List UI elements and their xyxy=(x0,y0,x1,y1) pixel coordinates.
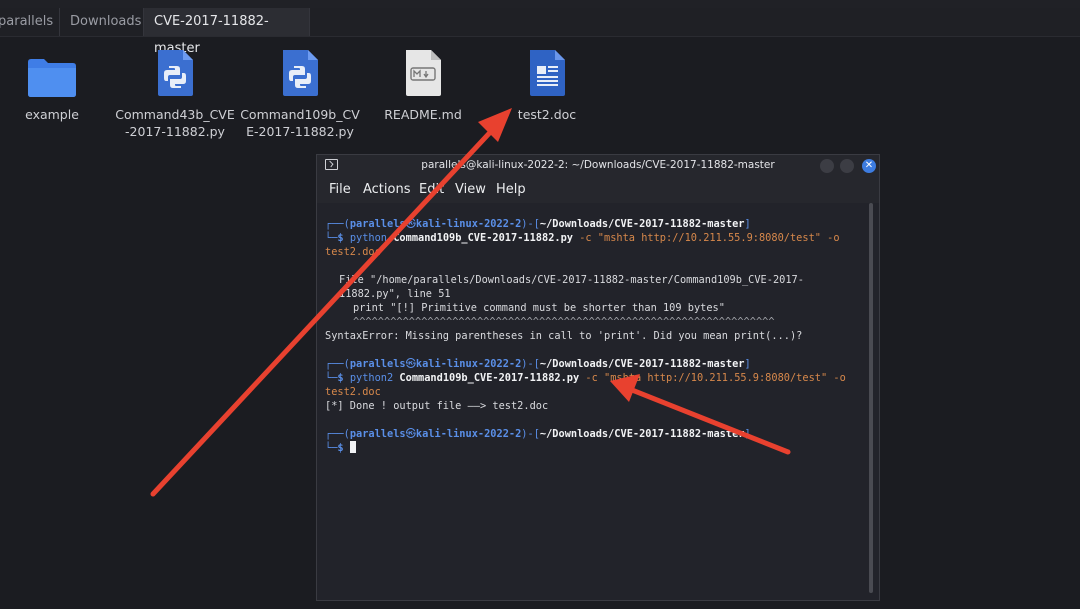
command-line-3: └─$ xyxy=(325,441,865,455)
file-name: example xyxy=(25,107,79,122)
file-test2-doc[interactable]: test2.doc xyxy=(487,48,607,123)
python-file-icon xyxy=(240,48,360,102)
file-name: test2.doc xyxy=(517,107,577,122)
file-name: README.md xyxy=(384,107,462,122)
file-command109b[interactable]: Command109b_CVE-2017-11882.py xyxy=(240,48,360,140)
menu-actions[interactable]: Actions xyxy=(363,182,411,197)
error-code-line: print "[!] Primitive command must be sho… xyxy=(353,302,725,314)
terminal-title: parallels@kali-linux-2022-2: ~/Downloads… xyxy=(421,159,775,171)
prompt-line-3: ┌──(parallels㉿kali-linux-2022-2)-[~/Down… xyxy=(325,428,751,440)
breadcrumb-cve-folder[interactable]: CVE-2017-11882-master xyxy=(144,8,310,56)
minimize-button[interactable] xyxy=(820,159,834,173)
word-document-icon xyxy=(487,48,607,102)
prompt-line-2: ┌──(parallels㉿kali-linux-2022-2)-[~/Down… xyxy=(325,358,751,370)
terminal-menubar: File Actions Edit View Help xyxy=(317,177,879,203)
prompt-line-1: ┌──(parallels㉿kali-linux-2022-2)-[~/Down… xyxy=(325,218,751,230)
terminal-window[interactable]: parallels@kali-linux-2022-2: ~/Downloads… xyxy=(316,154,880,601)
folder-icon xyxy=(0,48,112,102)
file-example-folder[interactable]: example xyxy=(0,48,112,123)
breadcrumb-downloads[interactable]: Downloads xyxy=(60,8,144,36)
file-readme[interactable]: README.md xyxy=(363,48,483,123)
command-line-2: └─$ python2 Command109b_CVE-2017-11882.p… xyxy=(325,372,852,398)
error-caret-line: ^^^^^^^^^^^^^^^^^^^^^^^^^^^^^^^^^^^^^^^^… xyxy=(353,316,775,328)
menu-edit[interactable]: Edit xyxy=(419,182,444,197)
terminal-cursor xyxy=(349,441,356,453)
file-name: Command43b_CVE-2017-11882.py xyxy=(115,107,235,139)
maximize-button[interactable] xyxy=(840,159,854,173)
menu-view[interactable]: View xyxy=(455,182,486,197)
syntax-error-message: SyntaxError: Missing parentheses in call… xyxy=(325,330,803,342)
menu-file[interactable]: File xyxy=(329,182,351,197)
terminal-output[interactable]: ┌──(parallels㉿kali-linux-2022-2)-[~/Down… xyxy=(325,217,865,455)
python-file-icon xyxy=(115,48,235,102)
markdown-file-icon xyxy=(363,48,483,102)
file-command43b[interactable]: Command43b_CVE-2017-11882.py xyxy=(115,48,235,140)
command-line-1: └─$ python Command109b_CVE-2017-11882.py… xyxy=(325,232,846,258)
breadcrumb-parallels[interactable]: parallels xyxy=(0,8,60,36)
done-message: [*] Done ! output file ——> test2.doc xyxy=(325,400,549,412)
window-top-edge xyxy=(0,0,1080,8)
file-name: Command109b_CVE-2017-11882.py xyxy=(240,107,360,139)
error-file-line: File "/home/parallels/Downloads/CVE-2017… xyxy=(339,274,804,300)
close-icon[interactable]: ✕ xyxy=(862,159,876,173)
terminal-titlebar[interactable]: parallels@kali-linux-2022-2: ~/Downloads… xyxy=(317,155,879,177)
breadcrumb: parallels Downloads CVE-2017-11882-maste… xyxy=(0,8,1080,56)
terminal-scrollbar[interactable] xyxy=(869,203,873,593)
menu-help[interactable]: Help xyxy=(496,182,526,197)
